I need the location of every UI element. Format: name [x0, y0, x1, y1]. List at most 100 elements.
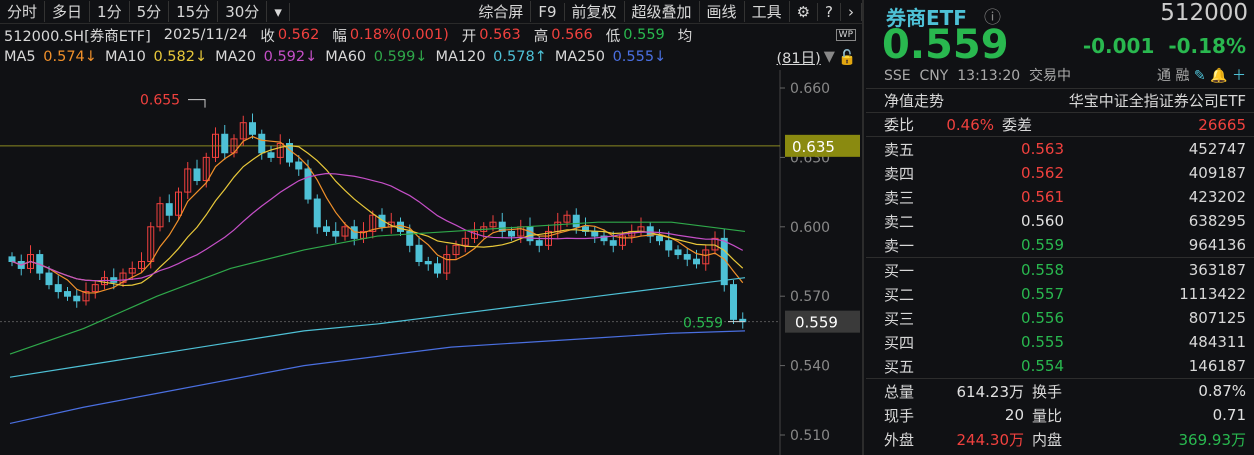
tab-15min[interactable]: 15分 [169, 1, 219, 22]
tab-multiday[interactable]: 多日 [45, 1, 91, 22]
order-book-row: 买一 0.558 363187 [866, 258, 1254, 282]
ma-value: 0.555↓ [612, 49, 667, 65]
candle [221, 133, 229, 154]
ma-label: MA5 [4, 49, 36, 65]
level-label: 买四 [884, 333, 915, 352]
triangle-down-icon[interactable]: ▼ [824, 49, 835, 65]
ma-value: 0.582↓ [153, 49, 208, 65]
amp-value: 0.18%(0.001) [349, 27, 449, 43]
order-book-row: 买五 0.554 146187 [866, 354, 1254, 378]
edit-icon[interactable]: ✎ [1194, 68, 1206, 84]
composite-screen-button[interactable]: 综合屏 [471, 1, 532, 22]
tong-label: 通 [1157, 68, 1172, 84]
candle [267, 152, 275, 158]
candle [674, 249, 682, 256]
y-tick-label: 0.660 [790, 81, 830, 97]
level-volume: 409187 [1188, 164, 1246, 182]
candle [313, 198, 321, 228]
level-price: 0.556 [1021, 309, 1064, 327]
nav-label[interactable]: 净值走势 [884, 90, 944, 111]
level-volume: 484311 [1188, 333, 1246, 351]
trading-status: 交易中 [1029, 68, 1072, 84]
ma-label: MA250 [554, 49, 605, 65]
stats: 总量 614.23万 换手 0.87% 现手 20 量比 0.71 外盘 244.30万 内盘 369… [866, 378, 1254, 451]
tab-1min[interactable]: 1分 [90, 1, 130, 22]
panel-divider[interactable] [862, 0, 864, 455]
chevron-right-icon[interactable]: › [841, 2, 862, 21]
candle [8, 256, 16, 263]
candle [64, 291, 71, 297]
ma-label: MA20 [215, 49, 256, 65]
ma120-line [9, 277, 746, 378]
ma20-line [11, 172, 744, 282]
price-change: -0.001 [1082, 34, 1155, 58]
ma5-line [11, 135, 744, 294]
ma60-line [9, 221, 746, 355]
y-tick-label: 0.540 [790, 359, 830, 375]
open-label: 开 [461, 28, 477, 45]
candle [693, 258, 700, 265]
f9-button[interactable]: F9 [531, 2, 565, 21]
level-volume: 363187 [1188, 261, 1246, 279]
stat-label: 内盘 [1032, 430, 1063, 449]
stat-value: 244.30万 [956, 430, 1025, 449]
adjust-button[interactable]: 前复权 [565, 1, 625, 22]
overlay-button[interactable]: 超级叠加 [625, 1, 700, 22]
candle [683, 254, 691, 260]
date: 2025/11/24 [163, 27, 248, 43]
period-count[interactable]: (81日) [777, 47, 821, 68]
period-dropdown-icon[interactable]: ▾ [267, 2, 290, 21]
high-value: 0.566 [551, 27, 593, 43]
candle [424, 261, 432, 265]
kline-panel: 分时 多日 1分 5分 15分 30分 ▾ 综合屏 F9 前复权 超级叠加 画线… [0, 0, 862, 455]
lock-icon[interactable]: 🔓 [838, 49, 856, 66]
level-label: 卖一 [884, 236, 915, 255]
candle [193, 168, 201, 182]
gear-icon[interactable]: ⚙ [790, 2, 819, 21]
order-book-row: 卖四 0.562 409187 [866, 161, 1254, 185]
bell-icon[interactable]: 🔔 [1210, 68, 1227, 84]
kline-chart[interactable]: 0.6600.6300.6000.5700.5400.5100.6350.559… [0, 70, 862, 455]
low-value: 0.559 [623, 27, 665, 43]
ma10-line [11, 144, 744, 287]
level-volume: 423202 [1188, 188, 1246, 206]
tools-button[interactable]: 工具 [745, 1, 790, 22]
stat-row: 外盘 244.30万 内盘 369.93万 [866, 427, 1254, 451]
candle [323, 226, 330, 232]
rong-label: 融 [1175, 68, 1190, 84]
stat-label: 总量 [884, 382, 915, 401]
help-icon[interactable]: ? [818, 2, 841, 21]
wp-icon[interactable]: WP [835, 29, 856, 41]
tab-5min[interactable]: 5分 [130, 1, 170, 22]
wb-value: 0.46% [946, 115, 994, 134]
wb-label: 委比 [884, 116, 915, 134]
stat-value: 0.71 [1212, 406, 1246, 424]
security-code: 512000 [1160, 0, 1248, 26]
draw-button[interactable]: 画线 [700, 1, 745, 22]
level-label: 买二 [884, 285, 915, 304]
bid-book: 买一 0.558 363187 买二 0.557 1113422 买三 0.556 807125… [866, 257, 1254, 378]
level-price: 0.559 [1021, 236, 1064, 254]
ma-label: MA10 [104, 49, 146, 65]
add-icon[interactable]: ＋ [1232, 68, 1246, 84]
order-book-row: 买三 0.556 807125 [866, 306, 1254, 330]
tab-fenshi[interactable]: 分时 [0, 1, 46, 22]
order-book-row: 卖五 0.563 452747 [866, 137, 1254, 161]
y-tick-label: 0.510 [790, 428, 830, 444]
candle [591, 230, 599, 237]
tab-30min[interactable]: 30分 [218, 1, 268, 22]
level-label: 买一 [884, 261, 915, 280]
level-volume: 452747 [1188, 140, 1246, 158]
level-label: 买五 [884, 357, 915, 376]
price-change-pct: -0.18% [1168, 34, 1246, 58]
candle [665, 240, 673, 251]
stat-value: 614.23万 [956, 382, 1025, 401]
candle [572, 214, 580, 228]
last-price-label: 0.559 [795, 314, 838, 332]
level-price: 0.561 [1021, 188, 1064, 206]
order-book-row: 买四 0.555 484311 [866, 330, 1254, 354]
nav-row[interactable]: 净值走势 华宝中证全指证券公司ETF [866, 88, 1254, 112]
level-price: 0.560 [1021, 212, 1064, 230]
max-price-label: 0.655 [140, 93, 180, 109]
level-price: 0.557 [1021, 285, 1064, 303]
